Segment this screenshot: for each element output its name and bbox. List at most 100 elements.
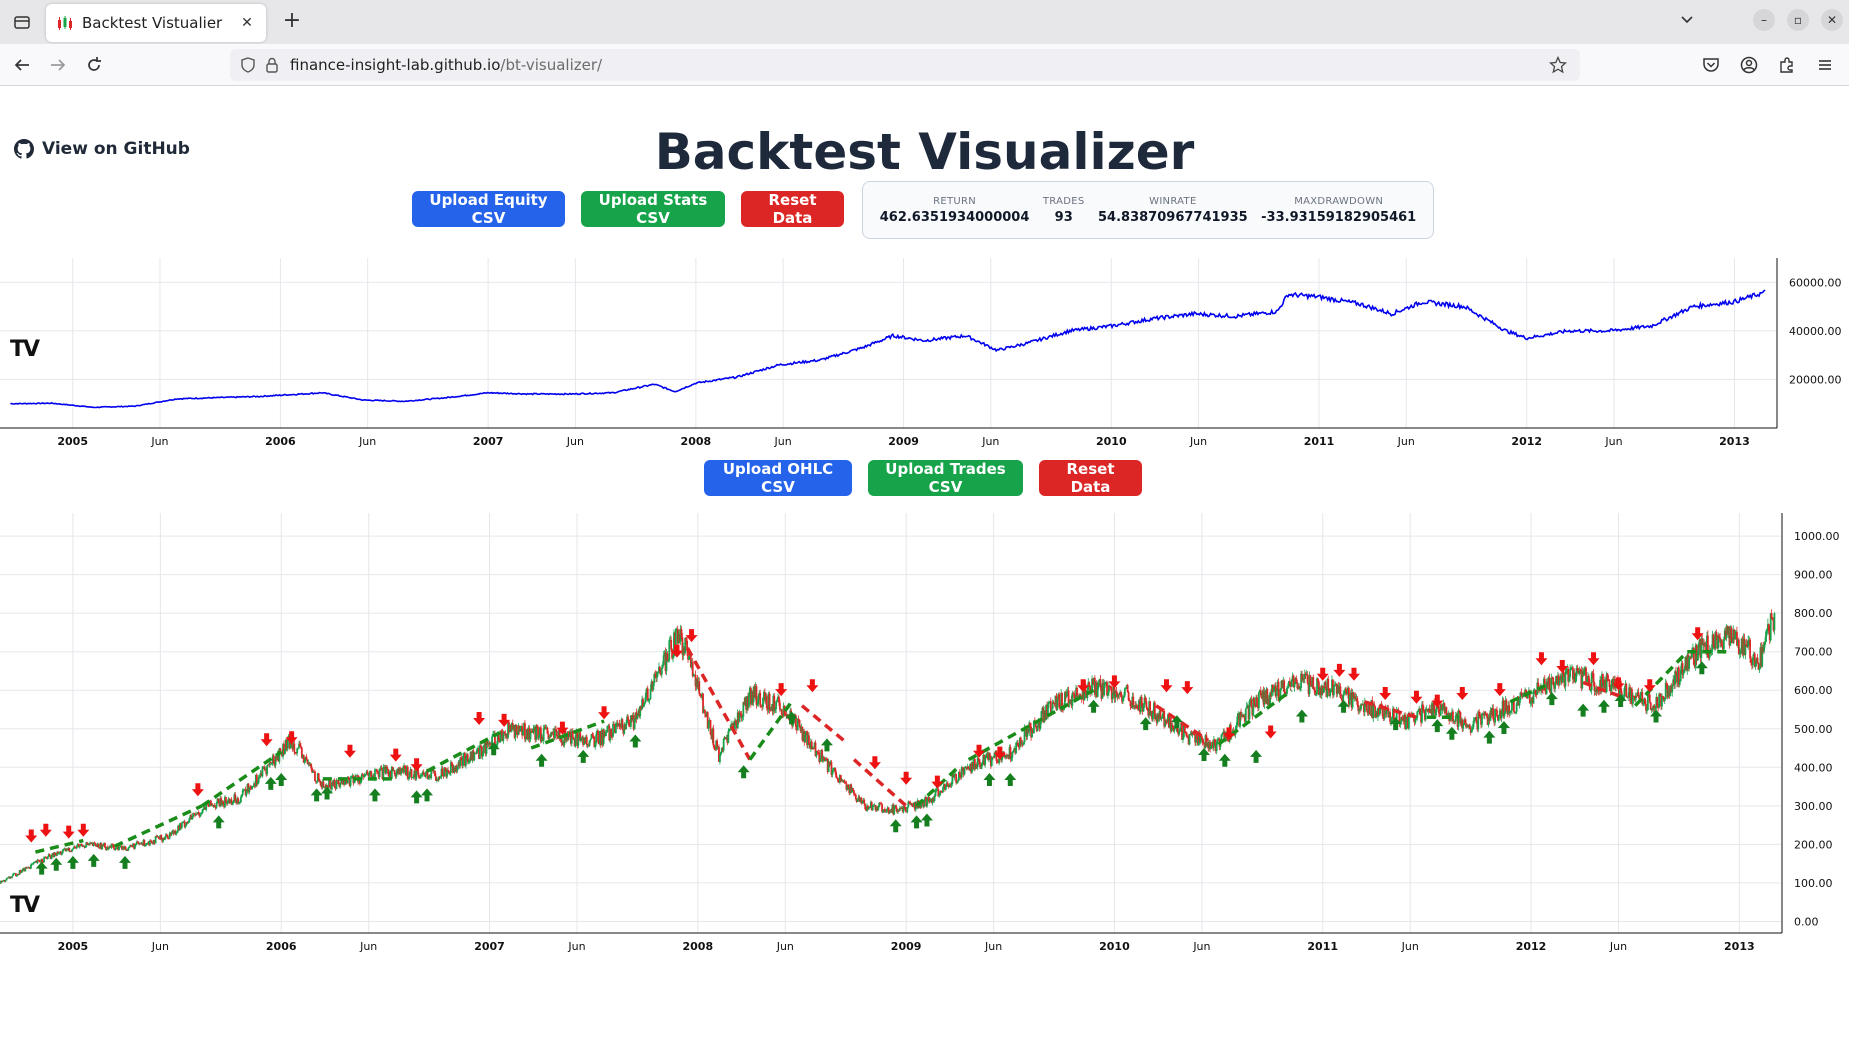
candle-body <box>704 709 706 714</box>
upload-trades-button[interactable]: Upload Trades CSV <box>868 460 1023 496</box>
candle-body <box>778 702 781 710</box>
x-tick-label: 2007 <box>474 940 505 953</box>
candle-body <box>1250 699 1253 707</box>
x-tick-label: 2012 <box>1511 435 1542 448</box>
buy-arrow-icon <box>421 788 434 802</box>
tradingview-logo[interactable]: TV <box>10 337 40 362</box>
candle-body <box>911 803 913 806</box>
candle-body <box>1675 671 1677 674</box>
sell-arrow-icon <box>598 706 611 720</box>
candle-body <box>322 781 325 788</box>
browser-tab[interactable]: Backtest Vistualier ✕ <box>46 4 266 42</box>
sell-arrow-icon <box>191 783 204 797</box>
candle-body <box>1275 691 1278 697</box>
reset-data-button[interactable]: Reset Data <box>741 191 844 227</box>
account-icon[interactable] <box>1735 51 1763 79</box>
candle-body <box>1244 708 1247 722</box>
url-bar[interactable]: finance-insight-lab.github.io/bt-visuali… <box>230 49 1580 81</box>
candle-body <box>266 765 269 775</box>
x-tick-label: 2011 <box>1307 940 1338 953</box>
candle-body <box>1416 711 1419 718</box>
buy-arrow-icon <box>629 734 642 748</box>
buy-arrow-icon <box>87 853 100 867</box>
tradingview-logo-2[interactable]: TV <box>10 893 40 918</box>
candle-body <box>1722 639 1725 650</box>
lock-icon[interactable] <box>260 53 284 77</box>
upload-ohlc-button[interactable]: Upload OHLC CSV <box>704 460 852 496</box>
candle-body <box>473 752 476 760</box>
candle-body <box>926 800 928 807</box>
candle-body <box>240 797 242 803</box>
buy-arrow-icon <box>920 813 933 827</box>
x-tick-label: Jun <box>566 435 584 448</box>
forward-icon[interactable] <box>44 51 72 79</box>
candle-body <box>50 854 53 859</box>
candle-body <box>4 880 7 882</box>
bookmark-star-icon[interactable] <box>1546 53 1570 77</box>
sell-arrow-icon <box>1456 686 1469 700</box>
sell-arrow-icon <box>931 775 944 789</box>
extensions-icon[interactable] <box>1773 51 1801 79</box>
y-tick-label: 600.00 <box>1794 684 1833 697</box>
candle-body <box>868 807 870 810</box>
tab-list-icon[interactable] <box>4 4 40 40</box>
stat-label: RETURN <box>933 195 977 207</box>
candle-body <box>1012 751 1015 753</box>
candle-body <box>538 735 540 739</box>
equity-chart[interactable]: 60000.00 40000.00 20000.00 2005 Jun 2006 Jun 20… <box>0 258 1849 454</box>
candle-body <box>1682 672 1685 675</box>
sell-arrow-icon <box>1264 725 1277 739</box>
buy-arrow-icon <box>1577 703 1590 717</box>
candle-body <box>441 768 444 775</box>
candle-body <box>38 860 41 862</box>
ohlc-controls: Upload OHLC CSV Upload Trades CSV Reset … <box>704 460 1142 496</box>
x-tick-label: 2010 <box>1096 435 1127 448</box>
buy-arrow-icon <box>1497 721 1510 734</box>
upload-equity-button[interactable]: Upload Equity CSV <box>412 191 565 227</box>
candle-body <box>412 776 415 778</box>
stat-maxdrawdown: MAXDRAWDOWN -33.93159182905461 <box>1261 196 1416 225</box>
equity-line <box>10 289 1766 409</box>
x-tick-label: Jun <box>984 940 1002 953</box>
chevron-down-icon[interactable] <box>1673 6 1701 34</box>
candle-body <box>314 771 316 782</box>
reload-icon[interactable] <box>80 51 108 79</box>
candle-body <box>225 796 227 801</box>
new-tab-icon[interactable]: + <box>278 8 306 36</box>
candle-body <box>1056 698 1059 710</box>
candle-body <box>1683 670 1686 673</box>
candle-body <box>1381 708 1384 717</box>
back-icon[interactable] <box>8 51 36 79</box>
reset-data-button-2[interactable]: Reset Data <box>1039 460 1142 496</box>
browser-tabbar: Backtest Vistualier ✕ + – ▫ ✕ <box>0 0 1849 44</box>
candle-body <box>522 730 524 736</box>
buy-arrow-icon <box>1004 773 1017 787</box>
candle-body <box>1196 735 1198 739</box>
candle-body <box>946 782 949 785</box>
menu-icon[interactable] <box>1811 51 1839 79</box>
candle-body <box>944 786 947 790</box>
shield-icon[interactable] <box>236 53 260 77</box>
x-tick-label: 2005 <box>58 940 89 953</box>
buy-arrow-icon <box>66 855 79 869</box>
x-tick-label: Jun <box>776 940 794 953</box>
close-window-icon[interactable]: ✕ <box>1821 9 1843 31</box>
buy-arrow-icon <box>310 788 323 802</box>
y-tick-label: 0.00 <box>1794 915 1819 928</box>
buy-arrow-icon <box>212 815 225 829</box>
upload-stats-button[interactable]: Upload Stats CSV <box>581 191 725 227</box>
close-tab-icon[interactable]: ✕ <box>238 15 256 31</box>
candle-body <box>424 772 427 777</box>
candle-body <box>942 787 944 793</box>
buy-arrow-icon <box>275 773 288 787</box>
price-chart[interactable]: 1000.00 900.00 800.00 700.00 600.00 500.00 400… <box>0 513 1849 963</box>
y-tick-label: 900.00 <box>1794 569 1833 582</box>
sell-arrow-icon <box>1535 652 1548 666</box>
minimize-icon[interactable]: – <box>1753 9 1775 31</box>
x-tick-label: Jun <box>1397 435 1415 448</box>
candle-body <box>852 788 854 791</box>
y-tick-label: 400.00 <box>1794 761 1833 774</box>
x-tick-label: 2009 <box>888 435 919 448</box>
restore-icon[interactable]: ▫ <box>1787 9 1809 31</box>
pocket-icon[interactable] <box>1697 51 1725 79</box>
